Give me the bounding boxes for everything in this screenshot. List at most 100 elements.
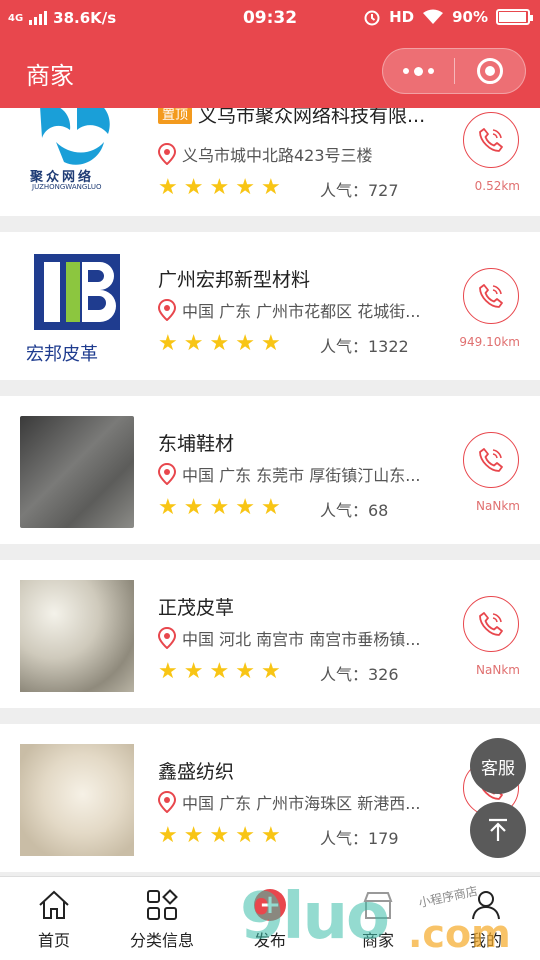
star-icon: ★ bbox=[260, 659, 281, 684]
tab-mine-label: 我的 bbox=[469, 931, 502, 950]
location-pin-icon bbox=[158, 463, 176, 485]
star-icon: ★ bbox=[209, 495, 230, 520]
phone-icon bbox=[479, 612, 503, 636]
star-icon: ★ bbox=[209, 175, 230, 200]
more-dots-icon bbox=[402, 66, 434, 76]
mini-program-capsule bbox=[382, 48, 526, 94]
location-pin-icon bbox=[158, 299, 176, 321]
arrow-up-icon bbox=[489, 818, 507, 841]
tab-merchant-label: 商家 bbox=[361, 931, 394, 950]
phone-icon bbox=[479, 448, 503, 472]
customer-service-label: 客服 bbox=[481, 758, 515, 779]
merchant-name-text: 义乌市聚众网络科技有限... bbox=[198, 108, 426, 127]
rating-stars: ★ ★ ★ ★ ★ bbox=[158, 497, 281, 519]
status-bar: 4G 38.6K/s 09:32 HD 90% bbox=[0, 0, 540, 36]
merchant-card[interactable]: 正茂皮草 中国 河北 南宫市 南宫市垂杨镇... ★ ★ ★ ★ ★ 人气：326 Na… bbox=[0, 560, 540, 708]
popularity: 人气：179 bbox=[320, 829, 399, 848]
merchant-photo bbox=[20, 744, 134, 856]
merchant-name[interactable]: 鑫盛纺织 bbox=[158, 757, 234, 784]
more-button[interactable] bbox=[383, 49, 454, 93]
location-pin-icon bbox=[158, 791, 176, 813]
distance: 949.10km bbox=[459, 335, 520, 349]
app-header: 商家 bbox=[0, 36, 540, 108]
tab-publish[interactable]: + 发布 bbox=[216, 877, 324, 960]
hd-indicator: HD bbox=[389, 8, 415, 26]
popularity: 人气：727 bbox=[320, 181, 399, 200]
distance: 0.52km bbox=[474, 179, 520, 193]
merchant-address: 中国 广东 广州市海珠区 新港西... bbox=[158, 790, 450, 814]
tab-publish-label: 发布 bbox=[253, 931, 286, 950]
tab-category-label: 分类信息 bbox=[129, 931, 194, 950]
merchant-card[interactable]: 聚众网络 JUZHONGWANGLUO 置顶 义乌市聚众网络科技有限... 义乌市… bbox=[0, 108, 540, 216]
phone-icon bbox=[479, 284, 503, 308]
merchant-name[interactable]: 东埔鞋材 bbox=[158, 429, 234, 456]
star-icon: ★ bbox=[260, 175, 281, 200]
merchant-name[interactable]: 置顶 义乌市聚众网络科技有限... bbox=[158, 108, 425, 128]
merchant-card[interactable]: 宏邦皮革 广州宏邦新型材料 中国 广东 广州市花都区 花城街... ★ ★ ★ ★ ★ … bbox=[0, 232, 540, 380]
popularity: 人气：68 bbox=[320, 501, 389, 520]
merchant-card[interactable]: 鑫盛纺织 中国 广东 广州市海珠区 新港西... ★★★★★ 人气：179 Na… bbox=[0, 724, 540, 872]
rating-stars: ★ ★ ★ ★ ★ bbox=[158, 333, 281, 355]
star-icon: ★ bbox=[158, 823, 178, 848]
merchant-list[interactable]: 聚众网络 JUZHONGWANGLUO 置顶 义乌市聚众网络科技有限... 义乌市… bbox=[0, 108, 540, 876]
merchant-card[interactable]: 东埔鞋材 中国 广东 东莞市 厚街镇汀山东... ★ ★ ★ ★ ★ 人气：68 NaN… bbox=[0, 396, 540, 544]
top-badge: 置顶 bbox=[158, 108, 193, 124]
status-right: HD 90% bbox=[363, 8, 533, 26]
category-grid-icon bbox=[147, 889, 178, 920]
merchant-logo: 聚众网络 JUZHONGWANGLUO bbox=[20, 108, 134, 198]
star-icon: ★ bbox=[235, 823, 255, 848]
address-text: 义乌市城中北路423号三楼 bbox=[182, 146, 373, 165]
merchant-name[interactable]: 广州宏邦新型材料 bbox=[158, 265, 310, 292]
distance: NaNkm bbox=[476, 663, 520, 677]
star-icon: ★ bbox=[209, 331, 230, 356]
call-button[interactable] bbox=[463, 432, 519, 488]
tab-home-label: 首页 bbox=[37, 931, 70, 950]
call-button[interactable] bbox=[463, 268, 519, 324]
merchant-address: 义乌市城中北路423号三楼 bbox=[158, 142, 450, 166]
merchant-logo: 宏邦皮革 bbox=[20, 252, 134, 364]
merchant-name[interactable]: 正茂皮草 bbox=[158, 593, 234, 620]
star-icon: ★ bbox=[183, 823, 204, 848]
star-icon: ★ bbox=[183, 495, 204, 520]
customer-service-button[interactable]: 客服 bbox=[470, 738, 526, 794]
star-icon: ★ bbox=[183, 659, 204, 684]
star-icon: ★ bbox=[235, 175, 255, 200]
rating-stars: ★ ★ ★ ★ ★ bbox=[158, 661, 281, 683]
page-title: 商家 bbox=[26, 62, 74, 90]
popularity: 人气：1322 bbox=[320, 337, 409, 356]
star-icon: ★ bbox=[158, 495, 178, 520]
address-text: 中国 河北 南宫市 南宫市垂杨镇... bbox=[182, 630, 421, 649]
star-icon: ★ bbox=[183, 331, 204, 356]
home-icon bbox=[39, 890, 69, 919]
phone-icon bbox=[479, 128, 503, 152]
address-text: 中国 广东 东莞市 厚街镇汀山东... bbox=[182, 466, 421, 485]
star-icon: ★ bbox=[158, 175, 178, 200]
distance: NaNkm bbox=[476, 499, 520, 513]
plus-icon: + bbox=[254, 889, 286, 921]
logo-text: 宏邦皮革 bbox=[26, 344, 98, 364]
star-icon: ★ bbox=[209, 823, 230, 848]
star-icon: ★ bbox=[209, 659, 230, 684]
star-icon: ★ bbox=[260, 331, 281, 356]
merchant-photo bbox=[20, 416, 134, 528]
tab-merchant[interactable]: 商家 bbox=[324, 877, 432, 960]
merchant-photo bbox=[20, 580, 134, 692]
call-button[interactable] bbox=[463, 596, 519, 652]
shop-icon bbox=[363, 892, 393, 919]
star-icon: ★ bbox=[183, 175, 204, 200]
merchant-address: 中国 河北 南宫市 南宫市垂杨镇... bbox=[158, 626, 450, 650]
wifi-icon bbox=[423, 9, 444, 24]
tab-category[interactable]: 分类信息 bbox=[108, 877, 216, 960]
merchant-address: 中国 广东 东莞市 厚街镇汀山东... bbox=[158, 462, 450, 486]
close-button[interactable] bbox=[455, 49, 526, 93]
address-text: 中国 广东 广州市花都区 花城街... bbox=[182, 302, 421, 321]
star-icon: ★ bbox=[235, 331, 255, 356]
star-icon: ★ bbox=[260, 495, 281, 520]
back-to-top-button[interactable] bbox=[470, 802, 526, 858]
location-pin-icon bbox=[158, 627, 176, 649]
battery-percent: 90% bbox=[452, 8, 488, 26]
popularity: 人气：326 bbox=[320, 665, 399, 684]
tab-home[interactable]: 首页 bbox=[0, 877, 108, 960]
call-button[interactable] bbox=[463, 112, 519, 168]
battery-icon bbox=[496, 9, 533, 25]
